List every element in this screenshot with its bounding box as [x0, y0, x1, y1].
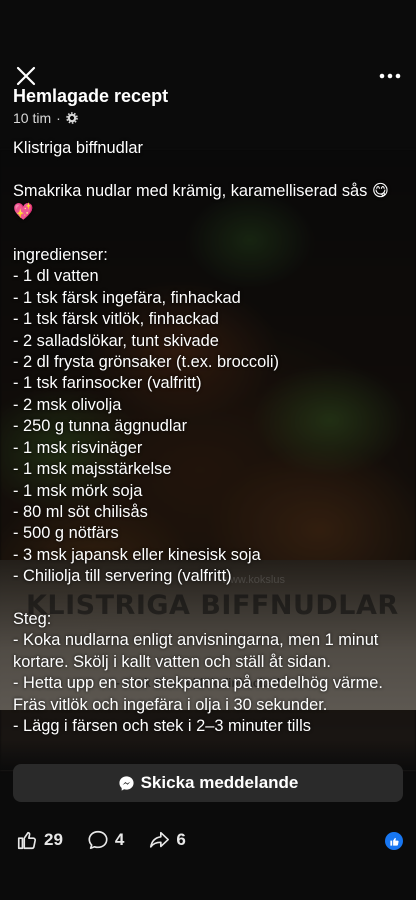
post-meta: 10 tim · [13, 110, 78, 126]
comment-count: 4 [114, 830, 125, 849]
share-icon [150, 831, 170, 848]
more-options-icon[interactable] [378, 70, 402, 82]
privacy-gear-icon [65, 112, 78, 124]
thumbs-up-icon [17, 831, 37, 850]
like-count: 29 [44, 830, 63, 849]
post-text: Klistriga biffnudlar Smakrika nudlar med… [13, 139, 389, 735]
send-message-button[interactable]: Skicka meddelande [13, 764, 403, 802]
share-count: 6 [176, 830, 186, 849]
like-reaction-badge[interactable] [385, 832, 403, 850]
thumbs-up-icon [389, 837, 399, 846]
close-icon[interactable] [14, 64, 38, 88]
comment-icon [88, 830, 108, 850]
like-button[interactable]: 29 [16, 829, 63, 851]
share-button[interactable]: 6 [148, 829, 186, 851]
meta-separator: · [56, 110, 61, 126]
send-message-label: Skicka meddelande [140, 773, 299, 792]
post-time[interactable]: 10 tim [13, 110, 51, 126]
page-title[interactable]: Hemlagade recept [13, 86, 168, 107]
comment-button[interactable]: 4 [87, 829, 124, 851]
messenger-icon [119, 775, 134, 791]
post-actions: 29 4 6 [16, 826, 210, 854]
